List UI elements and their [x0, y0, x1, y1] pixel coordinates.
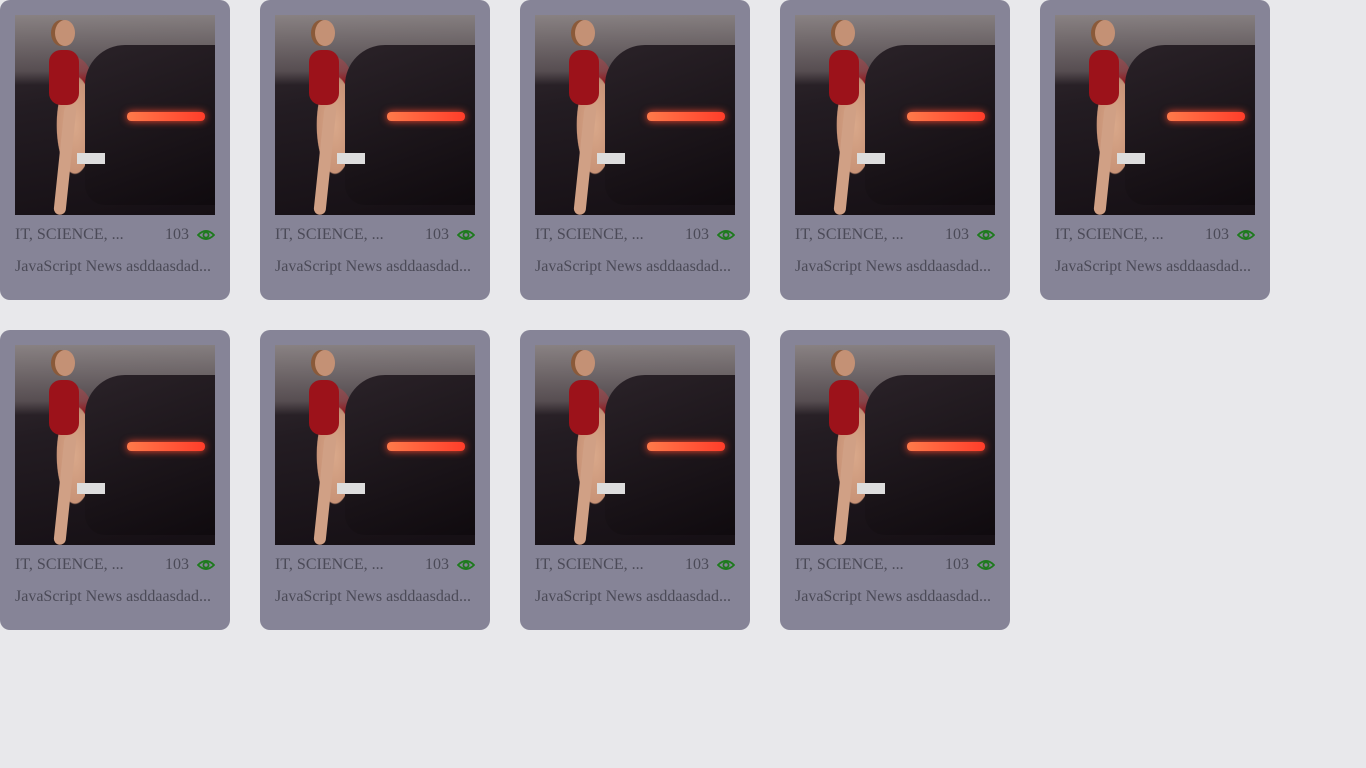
eye-icon: [456, 558, 476, 572]
view-count: 103: [685, 226, 709, 243]
news-card[interactable]: IT, SCIENCE, ... 103 JavaScript News asd…: [520, 0, 750, 300]
card-title[interactable]: JavaScript News asddaasdad...: [275, 255, 475, 279]
news-card[interactable]: IT, SCIENCE, ... 103 JavaScript News asd…: [1040, 0, 1270, 300]
news-card[interactable]: IT, SCIENCE, ... 103 JavaScript News asd…: [520, 330, 750, 630]
eye-icon: [716, 228, 736, 242]
card-categories: IT, SCIENCE, ...: [275, 226, 384, 243]
card-meta: IT, SCIENCE, ... 103: [535, 215, 736, 255]
news-thumbnail[interactable]: [795, 15, 995, 215]
eye-icon: [716, 558, 736, 572]
view-count: 103: [425, 556, 449, 573]
news-grid: IT, SCIENCE, ... 103 JavaScript News asd…: [0, 0, 1300, 630]
card-title[interactable]: JavaScript News asddaasdad...: [795, 255, 995, 279]
news-thumbnail[interactable]: [15, 345, 215, 545]
news-thumbnail[interactable]: [275, 15, 475, 215]
card-categories: IT, SCIENCE, ...: [15, 556, 124, 573]
news-thumbnail[interactable]: [535, 15, 735, 215]
card-categories: IT, SCIENCE, ...: [15, 226, 124, 243]
card-meta: IT, SCIENCE, ... 103: [275, 545, 476, 585]
card-categories: IT, SCIENCE, ...: [275, 556, 384, 573]
eye-icon: [196, 228, 216, 242]
card-title[interactable]: JavaScript News asddaasdad...: [795, 585, 995, 609]
card-meta: IT, SCIENCE, ... 103: [535, 545, 736, 585]
card-categories: IT, SCIENCE, ...: [535, 556, 644, 573]
news-card[interactable]: IT, SCIENCE, ... 103 JavaScript News asd…: [780, 0, 1010, 300]
card-meta: IT, SCIENCE, ... 103: [795, 215, 996, 255]
news-card[interactable]: IT, SCIENCE, ... 103 JavaScript News asd…: [260, 330, 490, 630]
card-meta: IT, SCIENCE, ... 103: [15, 215, 216, 255]
card-title[interactable]: JavaScript News asddaasdad...: [15, 255, 215, 279]
eye-icon: [976, 558, 996, 572]
card-title[interactable]: JavaScript News asddaasdad...: [535, 585, 735, 609]
card-meta: IT, SCIENCE, ... 103: [275, 215, 476, 255]
view-count: 103: [165, 226, 189, 243]
news-thumbnail[interactable]: [275, 345, 475, 545]
news-thumbnail[interactable]: [795, 345, 995, 545]
card-meta: IT, SCIENCE, ... 103: [15, 545, 216, 585]
news-thumbnail[interactable]: [15, 15, 215, 215]
eye-icon: [976, 228, 996, 242]
news-thumbnail[interactable]: [1055, 15, 1255, 215]
card-title[interactable]: JavaScript News asddaasdad...: [15, 585, 215, 609]
card-meta: IT, SCIENCE, ... 103: [1055, 215, 1256, 255]
eye-icon: [1236, 228, 1256, 242]
news-card[interactable]: IT, SCIENCE, ... 103 JavaScript News asd…: [0, 330, 230, 630]
news-thumbnail[interactable]: [535, 345, 735, 545]
view-count: 103: [945, 226, 969, 243]
news-card[interactable]: IT, SCIENCE, ... 103 JavaScript News asd…: [260, 0, 490, 300]
view-count: 103: [425, 226, 449, 243]
card-categories: IT, SCIENCE, ...: [795, 226, 904, 243]
view-count: 103: [1205, 226, 1229, 243]
eye-icon: [196, 558, 216, 572]
view-count: 103: [945, 556, 969, 573]
news-card[interactable]: IT, SCIENCE, ... 103 JavaScript News asd…: [780, 330, 1010, 630]
news-card[interactable]: IT, SCIENCE, ... 103 JavaScript News asd…: [0, 0, 230, 300]
view-count: 103: [165, 556, 189, 573]
card-categories: IT, SCIENCE, ...: [1055, 226, 1164, 243]
card-title[interactable]: JavaScript News asddaasdad...: [275, 585, 475, 609]
card-categories: IT, SCIENCE, ...: [535, 226, 644, 243]
card-categories: IT, SCIENCE, ...: [795, 556, 904, 573]
card-meta: IT, SCIENCE, ... 103: [795, 545, 996, 585]
view-count: 103: [685, 556, 709, 573]
card-title[interactable]: JavaScript News asddaasdad...: [1055, 255, 1255, 279]
eye-icon: [456, 228, 476, 242]
card-title[interactable]: JavaScript News asddaasdad...: [535, 255, 735, 279]
